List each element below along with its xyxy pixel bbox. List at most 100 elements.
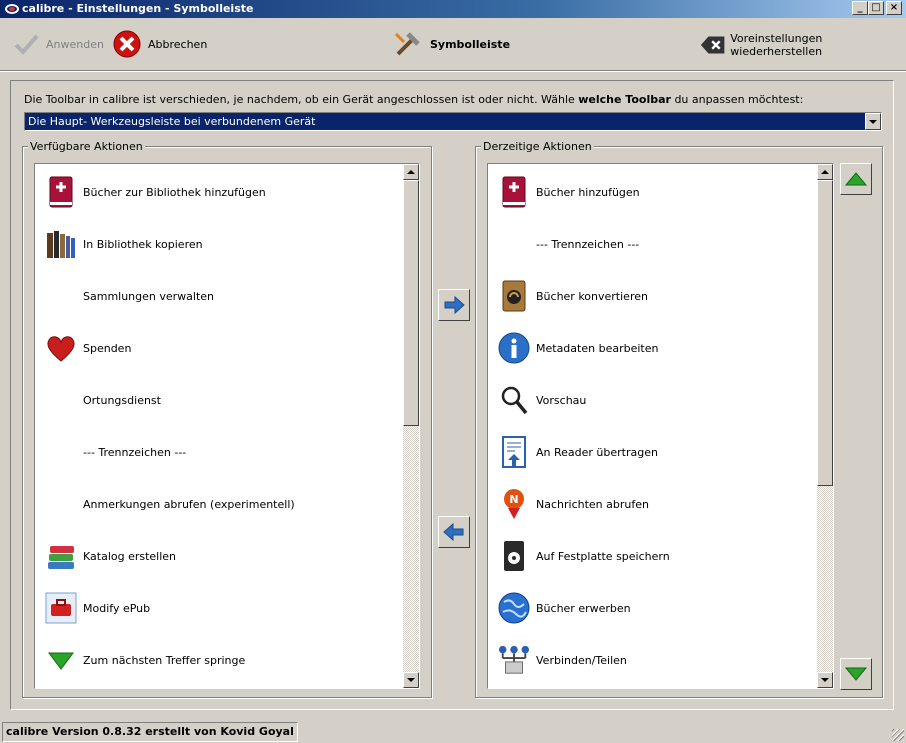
available-item-label: Katalog erstellen (83, 549, 177, 563)
cancel-label: Abbrechen (148, 37, 208, 51)
scroll-up-button[interactable] (817, 164, 833, 180)
settings-toolbar: Anwenden Abbrechen Symbolleiste Voreinst… (0, 18, 906, 70)
convert-icon (498, 280, 530, 312)
toolbar-select-value: Die Haupt- Werkzeugsleiste bei verbunden… (28, 115, 316, 128)
available-item-label: Spenden (83, 341, 132, 355)
current-item[interactable]: Bücher hinzufügen (498, 172, 640, 212)
current-item[interactable]: Auf Festplatte speichern (498, 536, 670, 576)
toolbox-icon (45, 592, 77, 624)
current-scrollbar[interactable] (817, 164, 833, 688)
available-item-label: Sammlungen verwalten (83, 289, 215, 303)
calibre-app-icon (5, 4, 19, 14)
toolbar-tools-icon (394, 32, 420, 56)
available-item[interactable]: Bücher zur Bibliothek hinzufügen (45, 172, 266, 212)
toolbar-divider (0, 70, 906, 72)
current-item-label: Vorschau (536, 393, 587, 407)
description-text-end: du anpassen möchtest: (670, 93, 804, 106)
magnifier-icon (498, 384, 530, 416)
info-icon (498, 332, 530, 364)
current-item[interactable]: Bücher konvertieren (498, 276, 648, 316)
current-item-label: Bücher erwerben (536, 601, 631, 615)
heart-icon (45, 332, 77, 364)
news-icon: N (498, 488, 530, 520)
current-item-label: Bücher hinzufügen (536, 185, 640, 199)
green-arrow-up-icon (844, 172, 868, 186)
scroll-down-button[interactable] (403, 672, 419, 688)
toolbar-select[interactable]: Die Haupt- Werkzeugsleiste bei verbunden… (24, 112, 882, 131)
available-item-label: Modify ePub (83, 601, 151, 615)
close-window-button[interactable]: × (886, 1, 902, 15)
available-item[interactable]: Modify ePub (45, 588, 150, 628)
cancel-button[interactable]: Abbrechen (112, 29, 207, 59)
red-book-icon (45, 176, 77, 208)
chevron-down-icon[interactable] (865, 113, 881, 130)
checkmark-icon (14, 34, 39, 55)
current-item-label: Metadaten bearbeiten (536, 341, 659, 355)
move-down-button[interactable] (840, 658, 872, 690)
globe-icon (498, 592, 530, 624)
available-item[interactable]: --- Trennzeichen --- (45, 432, 186, 472)
current-item[interactable]: Bücher erwerben (498, 588, 631, 628)
green-arrow-down-icon (45, 644, 77, 676)
current-item[interactable]: Metadaten bearbeiten (498, 328, 658, 368)
green-arrow-down-icon (844, 667, 868, 681)
current-item[interactable]: Verbinden/Teilen (498, 640, 627, 680)
available-item-label: --- Trennzeichen --- (83, 445, 187, 459)
apply-label: Anwenden (46, 37, 104, 51)
status-bar: calibre Version 0.8.32 erstellt von Kovi… (0, 720, 906, 743)
cancel-icon (113, 30, 141, 58)
version-text: calibre Version 0.8.32 erstellt von Kovi… (2, 722, 298, 742)
current-item[interactable]: N Nachrichten abrufen (498, 484, 649, 524)
available-item[interactable]: Anmerkungen abrufen (experimentell) (45, 484, 295, 524)
available-item-label: Zum nächsten Treffer springe (83, 653, 246, 667)
current-item[interactable]: An Reader übertragen (498, 432, 658, 472)
current-item-label: An Reader übertragen (536, 445, 658, 459)
minimize-button[interactable]: _ (852, 1, 868, 15)
available-item[interactable]: In Bibliothek kopieren (45, 224, 203, 264)
current-item[interactable]: --- Trennzeichen --- (498, 224, 639, 264)
available-item-label: Ortungsdienst (83, 393, 161, 407)
available-item-label: In Bibliothek kopieren (83, 237, 203, 251)
move-up-button[interactable] (840, 163, 872, 195)
available-item[interactable]: Spenden (45, 328, 131, 368)
available-actions-list[interactable]: Bücher zur Bibliothek hinzufügen In Bibli… (34, 163, 420, 689)
available-actions-title: Verfügbare Aktionen (28, 140, 145, 153)
scroll-down-button[interactable] (817, 672, 833, 688)
save-icon (498, 540, 530, 572)
available-item-label: Bücher zur Bibliothek hinzufügen (83, 185, 266, 199)
add-action-button[interactable] (438, 289, 470, 321)
available-item-label: Anmerkungen abrufen (experimentell) (83, 497, 295, 511)
available-item[interactable]: Sammlungen verwalten (45, 276, 214, 316)
arrow-left-icon (443, 523, 464, 541)
available-item[interactable]: Zum nächsten Treffer springe (45, 640, 245, 680)
available-item[interactable]: Katalog erstellen (45, 536, 176, 576)
current-actions-title: Derzeitige Aktionen (481, 140, 594, 153)
remove-action-button[interactable] (438, 516, 470, 548)
section-title: Symbolleiste (392, 28, 510, 60)
arrow-right-icon (444, 296, 465, 314)
section-label: Symbolleiste (430, 37, 511, 51)
current-actions-list[interactable]: Bücher hinzufügen --- Trennzeichen --- Büc… (487, 163, 834, 689)
svg-text:N: N (509, 493, 518, 506)
current-item-label: --- Trennzeichen --- (536, 237, 640, 251)
reset-defaults-button[interactable]: Voreinstellungen wiederherstellen (700, 32, 906, 58)
current-item-label: Nachrichten abrufen (536, 497, 649, 511)
resize-grip[interactable] (892, 729, 904, 741)
description-text: Die Toolbar in calibre ist verschieden, … (24, 93, 579, 106)
scroll-up-button[interactable] (403, 164, 419, 180)
send-to-device-icon (498, 436, 530, 468)
catalog-icon (45, 540, 77, 572)
current-item-label: Auf Festplatte speichern (536, 549, 670, 563)
current-item-label: Verbinden/Teilen (536, 653, 627, 667)
red-book-icon (498, 176, 530, 208)
scroll-thumb[interactable] (817, 180, 833, 486)
current-item[interactable]: Vorschau (498, 380, 586, 420)
maximize-button[interactable]: □ (868, 1, 884, 15)
current-item-label: Bücher konvertieren (536, 289, 648, 303)
available-scrollbar[interactable] (403, 164, 419, 688)
available-item[interactable]: Ortungsdienst (45, 380, 161, 420)
books-icon (45, 228, 77, 260)
description-bold-text: welche Toolbar (578, 93, 671, 106)
apply-button[interactable]: Anwenden (12, 30, 104, 58)
scroll-thumb[interactable] (403, 180, 419, 426)
